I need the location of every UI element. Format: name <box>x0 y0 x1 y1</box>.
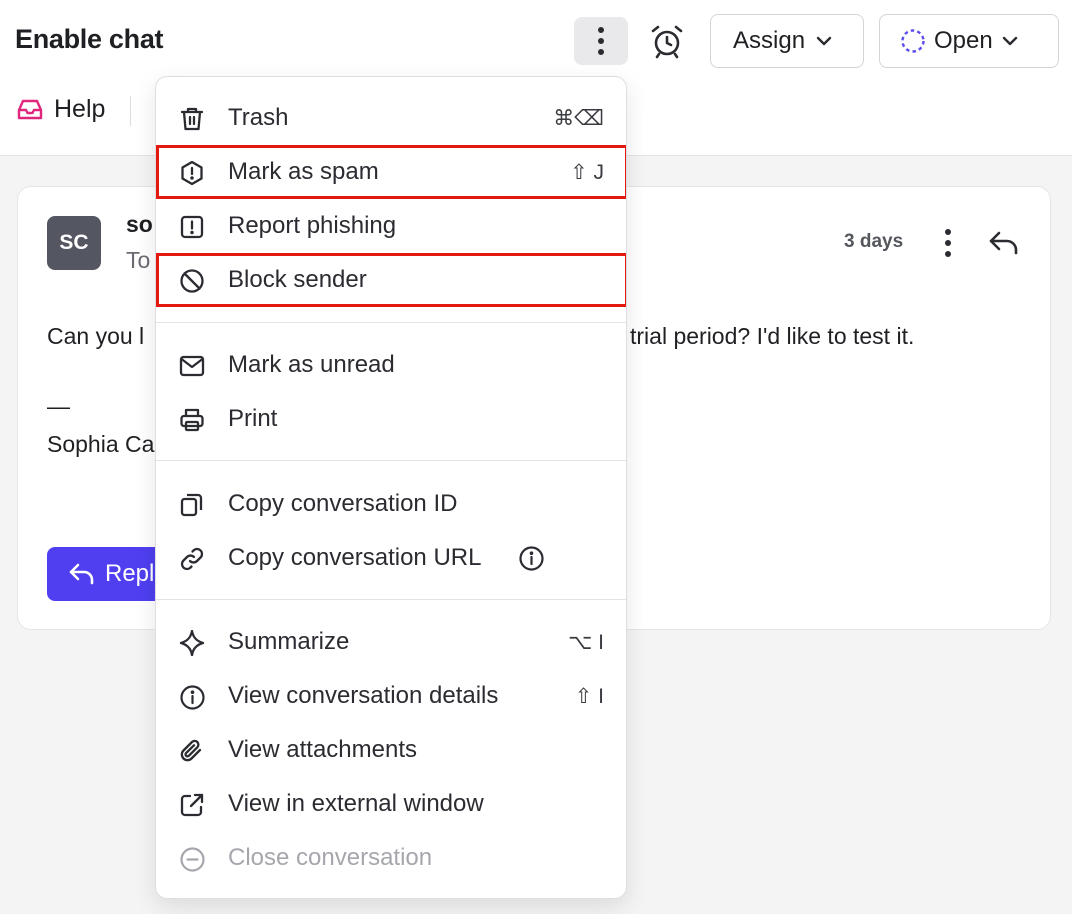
menu-item-shortcut: ⇧ J <box>570 161 604 184</box>
menu-item-label: Block sender <box>228 266 367 293</box>
menu-item-summarize[interactable]: Summarize ⌥ I <box>156 615 626 669</box>
chevron-down-icon <box>815 35 833 47</box>
external-link-icon <box>178 791 206 819</box>
menu-item-view-in-external-window[interactable]: View in external window <box>156 777 626 831</box>
message-body-end: trial period? I'd like to test it. <box>630 323 915 349</box>
inbox-tab-help[interactable]: Help <box>16 95 105 124</box>
menu-item-shortcut: ⌘⌫ <box>553 107 604 130</box>
spam-icon <box>178 159 206 187</box>
message-body-start: Can you l <box>47 323 145 349</box>
menu-item-close-conversation: Close conversation <box>156 831 626 885</box>
sparkle-icon <box>178 629 206 657</box>
message-time: 3 days <box>844 231 904 252</box>
status-open-icon <box>900 28 926 54</box>
assign-label: Assign <box>733 27 806 54</box>
paperclip-icon <box>178 737 206 765</box>
menu-item-print[interactable]: Print <box>156 392 626 446</box>
inbox-label: Help <box>54 95 106 123</box>
avatar: SC <box>47 216 101 270</box>
recipient-line: To <box>126 247 151 273</box>
block-icon <box>178 267 206 295</box>
assign-button[interactable]: Assign <box>710 14 864 68</box>
menu-item-label: Mark as unread <box>228 351 395 378</box>
printer-icon <box>178 406 206 434</box>
menu-item-label: View in external window <box>228 790 484 817</box>
menu-separator <box>156 460 626 461</box>
menu-item-label: View attachments <box>228 736 417 763</box>
menu-item-label: View conversation details <box>228 682 499 709</box>
more-actions-button[interactable] <box>574 17 628 65</box>
info-icon <box>518 545 545 572</box>
tab-divider <box>130 96 131 126</box>
more-vertical-icon <box>597 26 605 56</box>
menu-item-label: Print <box>228 405 278 432</box>
menu-item-mark-as-unread[interactable]: Mark as unread <box>156 338 626 392</box>
page-title: Enable chat <box>15 24 164 54</box>
menu-item-label: Close conversation <box>228 844 433 871</box>
menu-item-copy-conversation-url[interactable]: Copy conversation URL <box>156 531 626 585</box>
menu-separator <box>156 599 626 600</box>
reply-label: Repl <box>105 560 155 587</box>
menu-item-label: Copy conversation URL <box>228 544 482 571</box>
menu-item-shortcut: ⌥ I <box>568 631 604 654</box>
menu-item-mark-as-spam[interactable]: Mark as spam ⇧ J <box>156 145 626 199</box>
message-reply-button[interactable] <box>986 225 1022 261</box>
report-icon <box>178 213 206 241</box>
mail-icon <box>178 352 206 380</box>
reply-icon <box>69 562 95 586</box>
menu-item-label: Trash <box>228 104 289 131</box>
reply-icon <box>988 229 1020 257</box>
menu-item-label: Copy conversation ID <box>228 490 458 517</box>
signature-name: Sophia Ca <box>47 431 155 457</box>
more-vertical-icon <box>944 228 952 258</box>
status-label: Open <box>934 27 993 54</box>
snooze-button[interactable] <box>646 20 688 62</box>
copy-icon <box>178 491 206 519</box>
trash-icon <box>178 105 206 133</box>
minus-circle-icon <box>178 845 206 873</box>
status-button[interactable]: Open <box>879 14 1059 68</box>
menu-item-shortcut: ⇧ I <box>574 685 604 708</box>
link-icon <box>178 545 206 573</box>
menu-item-label: Report phishing <box>228 212 397 239</box>
info-icon <box>178 683 206 711</box>
menu-item-copy-conversation-id[interactable]: Copy conversation ID <box>156 477 626 531</box>
menu-item-report-phishing[interactable]: Report phishing <box>156 199 626 253</box>
sender-name: so <box>126 211 153 237</box>
menu-item-view-attachments[interactable]: View attachments <box>156 723 626 777</box>
menu-item-label: Mark as spam <box>228 158 379 185</box>
menu-item-view-conversation-details[interactable]: View conversation details ⇧ I <box>156 669 626 723</box>
menu-separator <box>156 322 626 323</box>
alarm-clock-icon <box>649 23 685 59</box>
menu-item-label: Summarize <box>228 628 350 655</box>
inbox-icon <box>16 98 44 122</box>
signature-dash: — <box>47 393 70 419</box>
more-actions-menu: Trash ⌘⌫ Mark as spam ⇧ J Report phishin… <box>155 76 627 899</box>
message-more-button[interactable] <box>936 225 960 261</box>
menu-item-trash[interactable]: Trash ⌘⌫ <box>156 91 626 145</box>
menu-item-block-sender[interactable]: Block sender <box>156 253 626 307</box>
chevron-down-icon <box>1001 35 1019 47</box>
